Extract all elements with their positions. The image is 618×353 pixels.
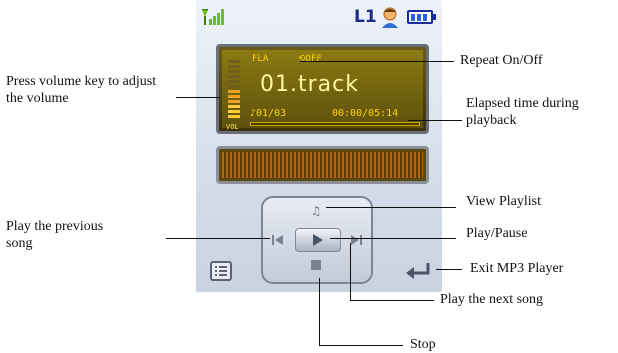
next-icon	[351, 235, 362, 245]
track-index: ♪01/03	[250, 108, 287, 119]
line-indicator: L1	[354, 7, 377, 27]
volume-segment	[228, 85, 240, 88]
volume-segment	[228, 110, 240, 113]
volume-segment	[228, 60, 240, 63]
volume-meter	[228, 60, 240, 122]
repeat-icon: ⟲	[298, 54, 306, 64]
callout-line	[436, 269, 462, 270]
repeat-indicator[interactable]: ⟲OFF	[298, 54, 322, 64]
volume-segment	[228, 70, 240, 73]
volume-segment	[228, 95, 240, 98]
equalizer-visualizer	[216, 146, 429, 184]
callout-line	[319, 345, 403, 346]
callout-line	[408, 120, 462, 121]
previous-button[interactable]	[269, 232, 287, 248]
annotation-volume: Press volume key to adjust the volume	[6, 74, 157, 106]
volume-segment	[228, 65, 240, 68]
annotation-playlist: View Playlist	[466, 194, 541, 209]
annotation-previous: Play the previous song	[6, 219, 104, 251]
back-icon[interactable]	[404, 259, 432, 281]
annotation-next: Play the next song	[440, 292, 544, 307]
annotation-elapsed: Elapsed time during playback	[466, 96, 579, 128]
list-icon	[215, 266, 227, 276]
playlist-button[interactable]: ♫	[309, 204, 323, 218]
annotation-repeat: Repeat On/Off	[460, 53, 543, 68]
volume-segment	[228, 75, 240, 78]
repeat-status: OFF	[305, 54, 322, 64]
volume-segment	[228, 115, 240, 118]
annotation-exit: Exit MP3 Player	[470, 261, 564, 276]
volume-segment	[228, 90, 240, 93]
file-format-label: FLA	[252, 54, 269, 64]
playlist-icon: ♫	[310, 204, 322, 218]
signal-strength-icon	[202, 9, 224, 25]
callout-line	[330, 238, 456, 239]
callout-line	[176, 97, 220, 98]
volume-segment	[228, 105, 240, 108]
previous-icon	[272, 235, 283, 245]
stop-icon	[311, 260, 321, 270]
stop-button[interactable]	[309, 258, 323, 272]
callout-line	[319, 278, 320, 346]
now-playing-display: VOL FLA ⟲OFF 01.track ♪01/03 00:00/05:14	[216, 44, 429, 134]
volume-segment	[228, 100, 240, 103]
callout-line	[300, 61, 454, 62]
progress-bar	[250, 122, 420, 126]
track-title: 01.track	[260, 72, 359, 97]
callout-line	[166, 238, 270, 239]
volume-label: VOL	[226, 123, 239, 131]
play-pause-button[interactable]	[295, 228, 341, 252]
elapsed-time: 00:00/05:14	[332, 108, 399, 119]
annotation-stop: Stop	[410, 337, 436, 352]
status-bar: L1	[196, 0, 442, 34]
play-icon	[313, 234, 323, 246]
annotation-playpause: Play/Pause	[466, 226, 528, 241]
callout-line	[350, 300, 434, 301]
mp3-player-screen: L1 VOL FLA ⟲OFF 01.track ♪01/03 00:00/05…	[196, 0, 442, 292]
profile-icon	[382, 7, 398, 28]
callout-line	[350, 243, 351, 301]
volume-segment	[228, 80, 240, 83]
callout-line	[326, 207, 456, 208]
navigation-pad: ♫	[261, 196, 373, 284]
battery-icon	[407, 10, 433, 24]
menu-softkey[interactable]	[210, 261, 232, 281]
